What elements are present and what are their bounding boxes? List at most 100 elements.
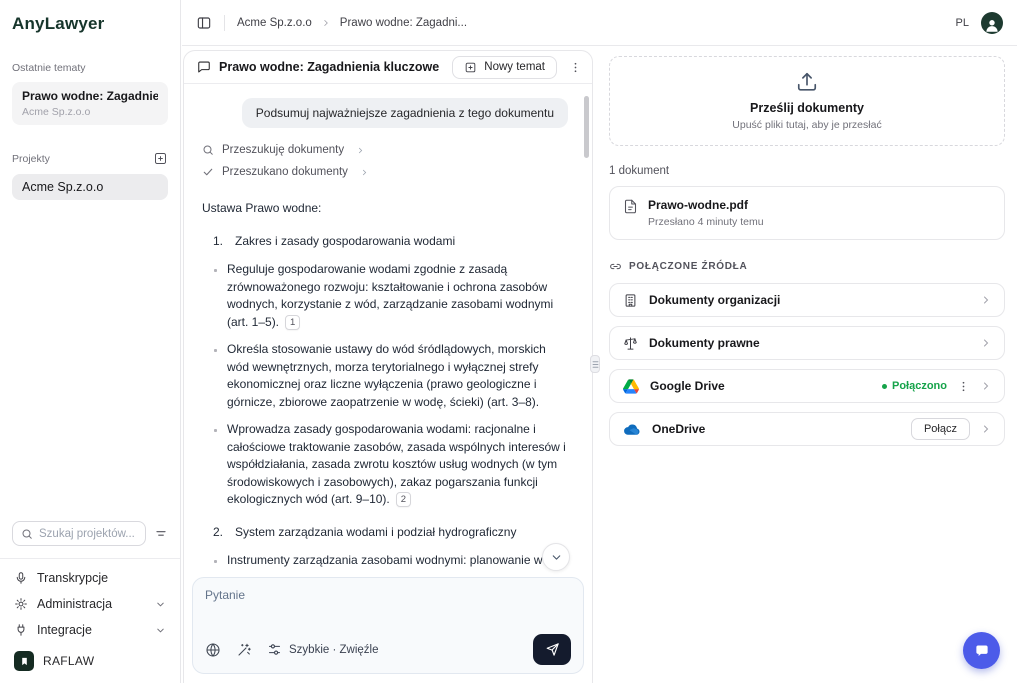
- kebab-menu-icon: [957, 380, 970, 393]
- source-label: OneDrive: [652, 422, 900, 436]
- connected-sources-header: POŁĄCZONE ŹRÓDŁA: [609, 260, 1005, 273]
- project-search-input[interactable]: [39, 528, 137, 540]
- drive-menu-button[interactable]: [957, 380, 970, 393]
- connect-button[interactable]: Połącz: [911, 418, 970, 440]
- building-icon: [623, 293, 638, 308]
- recent-topic-item[interactable]: Prawo wodne: Zagadnienia klucz Acme Sp.z…: [12, 82, 168, 125]
- plus-square-icon: [464, 61, 477, 74]
- documents-panel: Prześlij dokumenty Upuść pliki tutaj, ab…: [609, 56, 1005, 455]
- response-mode-label: Szybkie · Zwięźle: [289, 644, 378, 656]
- upload-icon: [796, 71, 818, 93]
- scales-icon: [623, 336, 638, 351]
- upload-title: Prześlij dokumenty: [750, 101, 864, 115]
- source-google-drive[interactable]: Google Drive Połączono: [609, 369, 1005, 403]
- step-label: Przeszukuję dokumenty: [222, 144, 344, 156]
- bullet-marker: [214, 269, 217, 272]
- sidebar-item-administration[interactable]: Administracja: [12, 591, 168, 617]
- sidebar-item-integrations[interactable]: Integracje: [12, 617, 168, 643]
- chat-messages: Podsumuj najważniejsze zagadnienia z teg…: [184, 84, 592, 573]
- panel-resize-handle[interactable]: [590, 355, 600, 373]
- onedrive-icon: [623, 423, 641, 436]
- chevron-down-icon: [550, 551, 563, 564]
- chat-header: Prawo wodne: Zagadnienia kluczowe Nowy t…: [184, 51, 592, 84]
- google-drive-icon: [623, 379, 639, 394]
- bullet-marker: [214, 349, 217, 352]
- source-legal-documents[interactable]: Dokumenty prawne: [609, 326, 1005, 360]
- chat-bubble-icon: [197, 60, 211, 74]
- search-icon: [21, 528, 33, 540]
- sidebar-item-label: Administracja: [37, 597, 146, 611]
- sidebar-toggle-button[interactable]: [196, 15, 212, 31]
- agent-step-searched[interactable]: Przeszukano dokumenty: [202, 166, 369, 178]
- sliders-icon: [267, 642, 282, 657]
- breadcrumb: Acme Sp.z.o.o Prawo wodne: Zagadni...: [237, 17, 467, 29]
- source-org-documents[interactable]: Dokumenty organizacji: [609, 283, 1005, 317]
- send-icon: [545, 642, 560, 657]
- chevron-down-icon: [155, 625, 166, 636]
- kebab-menu-icon: [569, 61, 582, 74]
- recent-topic-subtitle: Acme Sp.z.o.o: [22, 106, 158, 118]
- divider: [0, 558, 180, 559]
- magic-wand-button[interactable]: [236, 642, 252, 658]
- source-onedrive[interactable]: OneDrive Połącz: [609, 412, 1005, 446]
- upload-hint: Upuść pliki tutaj, aby je przesłać: [732, 119, 881, 131]
- chevron-right-icon: [321, 18, 331, 28]
- upload-dropzone[interactable]: Prześlij dokumenty Upuść pliki tutaj, ab…: [609, 56, 1005, 146]
- chat-panel: Prawo wodne: Zagadnienia kluczowe Nowy t…: [183, 50, 593, 683]
- assistant-answer: Ustawa Prawo wodne: 1. Zakres i zasady g…: [202, 200, 568, 573]
- outline-item: 2. System zarządzania wodami i podział h…: [202, 524, 568, 542]
- connection-status: Połączono: [882, 380, 947, 392]
- chat-menu-button[interactable]: [569, 61, 582, 74]
- citation-chip[interactable]: 2: [396, 492, 411, 507]
- question-composer: Szybkie · Zwięźle: [192, 577, 584, 674]
- gear-icon: [14, 597, 28, 611]
- project-item[interactable]: Acme Sp.z.o.o: [12, 174, 168, 200]
- chevron-right-icon: [980, 423, 992, 435]
- support-chat-widget-button[interactable]: [963, 632, 1000, 669]
- scroll-to-bottom-button[interactable]: [542, 543, 570, 571]
- microphone-icon: [14, 571, 28, 585]
- chevron-right-icon: [360, 168, 369, 177]
- plug-icon: [14, 623, 28, 637]
- new-topic-button[interactable]: Nowy temat: [452, 56, 557, 79]
- bullet-marker: [214, 560, 217, 563]
- citation-chip[interactable]: 1: [285, 315, 300, 330]
- chat-title: Prawo wodne: Zagadnienia kluczowe: [219, 60, 444, 74]
- source-label: Dokumenty organizacji: [649, 293, 969, 307]
- filter-button[interactable]: [154, 527, 168, 541]
- new-topic-label: Nowy temat: [484, 61, 545, 73]
- add-project-button[interactable]: [153, 151, 168, 166]
- send-button[interactable]: [533, 634, 571, 665]
- answer-intro: Ustawa Prawo wodne:: [202, 200, 568, 218]
- breadcrumb-topic: Prawo wodne: Zagadni...: [340, 17, 467, 29]
- answer-bullet: Określa stosowanie ustawy do wód śródląd…: [202, 341, 568, 411]
- chat-scrollbar[interactable]: [584, 96, 589, 158]
- language-button[interactable]: PL: [956, 17, 969, 29]
- agent-step-searching[interactable]: Przeszukuję dokumenty: [202, 144, 365, 156]
- status-label: Połączono: [892, 380, 947, 392]
- workspace-name: RAFLAW: [43, 654, 94, 668]
- chevron-down-icon: [155, 599, 166, 610]
- source-label: Dokumenty prawne: [649, 336, 969, 350]
- web-search-button[interactable]: [205, 642, 221, 658]
- sidebar-item-label: Transkrypcje: [37, 571, 166, 585]
- app-logo[interactable]: AnyLawyer: [12, 14, 168, 34]
- sidebar-item-label: Integracje: [37, 623, 146, 637]
- bullet-text: Określa stosowanie ustawy do wód śródląd…: [227, 342, 546, 409]
- user-avatar[interactable]: [981, 12, 1003, 34]
- response-mode-selector[interactable]: Szybkie · Zwięźle: [267, 642, 378, 657]
- workspace-switcher[interactable]: RAFLAW: [12, 643, 168, 671]
- document-card[interactable]: Prawo-wodne.pdf Przesłano 4 minuty temu: [609, 186, 1005, 240]
- outline-title: System zarządzania wodami i podział hydr…: [235, 524, 516, 542]
- bullet-marker: [214, 429, 217, 432]
- chevron-right-icon: [980, 337, 992, 349]
- link-icon: [609, 260, 622, 273]
- question-input[interactable]: [205, 588, 571, 630]
- bullet-text: Instrumenty zarządzania zasobami wodnymi…: [227, 553, 566, 573]
- chevron-right-icon: [356, 146, 365, 155]
- projects-label: Projekty: [12, 153, 50, 165]
- outline-item: 1. Zakres i zasady gospodarowania wodami: [202, 233, 568, 251]
- breadcrumb-project[interactable]: Acme Sp.z.o.o: [237, 17, 312, 29]
- panel-left-icon: [196, 15, 212, 31]
- sidebar-item-transcriptions[interactable]: Transkrypcje: [12, 565, 168, 591]
